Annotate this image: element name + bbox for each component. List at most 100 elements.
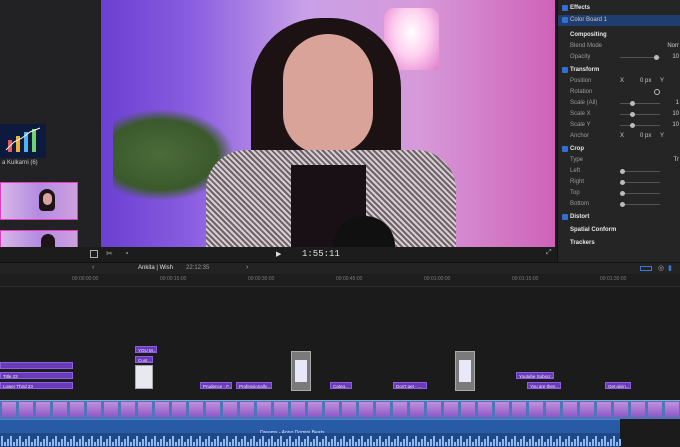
title-clip[interactable] <box>0 362 73 369</box>
filmstrip-frame <box>87 402 101 417</box>
opacity-slider[interactable] <box>620 55 660 60</box>
crop-left-row[interactable]: Left <box>558 166 680 177</box>
waveform-bar <box>445 442 447 446</box>
scale-all-slider[interactable] <box>620 101 660 106</box>
title-clip[interactable]: Get givin... <box>605 382 631 389</box>
crop-top-slider[interactable] <box>620 191 660 196</box>
title-clip[interactable]: Categ... <box>330 382 352 389</box>
waveform-bar <box>76 442 78 446</box>
title-clip[interactable]: Youtube Subscr... <box>516 372 554 379</box>
snapping-icon[interactable]: ▮ <box>668 264 672 272</box>
waveform-bar <box>310 442 312 446</box>
clip-appearance-icon[interactable] <box>640 266 652 271</box>
waveform-bar <box>265 442 267 446</box>
waveform-bar <box>592 439 594 446</box>
compositing-section[interactable]: Compositing <box>558 30 680 41</box>
waveform-bar <box>520 439 522 446</box>
blend-mode-row[interactable]: Blend Mode Norr <box>558 41 680 52</box>
timeline-ruler[interactable]: 00:00:00:00 00:00:15:00 00:00:30:00 00:0… <box>0 274 680 287</box>
crop-section[interactable]: Crop <box>558 144 680 155</box>
connected-clip[interactable] <box>455 351 475 391</box>
waveform-bar <box>352 436 354 446</box>
opacity-row[interactable]: Opacity 10 <box>558 52 680 63</box>
anchor-row[interactable]: Anchor X 0 px Y <box>558 131 680 142</box>
color-board-row[interactable]: Color Board 1 <box>558 15 680 26</box>
waveform-bar <box>613 436 615 446</box>
waveform-bar <box>58 442 60 446</box>
waveform-bar <box>253 436 255 446</box>
video-viewer[interactable] <box>101 0 555 247</box>
headphones-icon[interactable]: ◎ <box>658 264 664 272</box>
forward-arrow-icon[interactable]: › <box>246 264 248 271</box>
connected-clip[interactable] <box>291 351 311 391</box>
audio-clip[interactable]: Dreams - Anno Domini Beats <box>0 419 620 436</box>
title-clip[interactable]: YOU M... <box>135 346 157 353</box>
spatial-conform-section[interactable]: Spatial Conform <box>558 225 680 236</box>
crop-checkbox[interactable] <box>562 146 568 152</box>
waveform-bar <box>82 436 84 446</box>
waveform-bar <box>223 439 225 446</box>
trackers-section[interactable]: Trackers <box>558 238 680 249</box>
filmstrip-frame <box>563 402 577 417</box>
crop-type-row[interactable]: Type Tr <box>558 155 680 166</box>
clip-thumbnail-1[interactable] <box>0 182 78 220</box>
connected-clip[interactable] <box>135 365 153 389</box>
waveform-bar <box>124 439 126 446</box>
distort-checkbox[interactable] <box>562 214 568 220</box>
waveform-bar <box>595 436 597 446</box>
crop-bottom-row[interactable]: Bottom <box>558 199 680 210</box>
title-clip[interactable]: Don't get - ... <box>393 382 427 389</box>
waveform-bar <box>571 442 573 446</box>
trim-tool-icon[interactable]: ✂ <box>106 249 113 258</box>
waveform-bar <box>472 442 474 446</box>
transform-checkbox[interactable] <box>562 67 568 73</box>
waveform-bar <box>22 442 24 446</box>
crop-bottom-slider[interactable] <box>620 202 660 207</box>
waveform-bar <box>34 439 36 446</box>
waveform-bar <box>259 439 261 446</box>
crop-top-row[interactable]: Top <box>558 188 680 199</box>
waveform-bar <box>226 436 228 446</box>
crop-right-row[interactable]: Right <box>558 177 680 188</box>
transform-section[interactable]: Transform <box>558 65 680 76</box>
waveform-bar <box>67 442 69 446</box>
project-name[interactable]: Ankita | Wish <box>138 265 173 271</box>
play-button[interactable]: ▶ <box>276 250 281 258</box>
fullscreen-icon[interactable]: ⤢ <box>546 249 552 257</box>
title-clip[interactable]: You are then... <box>527 382 561 389</box>
speed-icon[interactable]: ◔ <box>124 249 129 258</box>
title-clip[interactable]: Title 23 <box>0 372 73 379</box>
waveform-bar <box>217 436 219 446</box>
filmstrip-frame <box>274 402 288 417</box>
waveform-bar <box>157 442 159 446</box>
crop-right-slider[interactable] <box>620 180 660 185</box>
primary-storyline[interactable] <box>0 400 680 419</box>
waveform-bar <box>238 442 240 446</box>
waveform-bar <box>1 436 3 446</box>
scale-x-row[interactable]: Scale X 10 <box>558 109 680 120</box>
color-board-checkbox[interactable] <box>562 17 568 23</box>
scale-x-slider[interactable] <box>620 112 660 117</box>
position-row[interactable]: Position X 0 px Y <box>558 76 680 87</box>
scale-all-row[interactable]: Scale (All) 1 <box>558 98 680 109</box>
title-clip[interactable]: Cust... <box>135 356 153 363</box>
scale-y-slider[interactable] <box>620 123 660 128</box>
crop-left-slider[interactable] <box>620 169 660 174</box>
effects-checkbox[interactable] <box>562 5 568 11</box>
effects-section[interactable]: Effects <box>558 3 680 14</box>
rotation-row[interactable]: Rotation <box>558 87 680 98</box>
filmstrip-frame <box>257 402 271 417</box>
waveform-bar <box>40 442 42 446</box>
transform-tool-icon[interactable] <box>90 250 98 258</box>
distort-section[interactable]: Distort <box>558 212 680 223</box>
title-clip[interactable]: Prudence - F... <box>200 382 232 389</box>
back-arrow-icon[interactable]: ‹ <box>92 264 94 271</box>
rotation-dial-icon[interactable] <box>654 89 660 95</box>
filmstrip-frame <box>325 402 339 417</box>
waveform-bar <box>355 442 357 446</box>
title-clip[interactable]: Lower Third 23 <box>0 382 73 389</box>
chart-thumbnail[interactable] <box>0 124 46 158</box>
title-clip[interactable]: Professionally... <box>236 382 272 389</box>
scale-y-row[interactable]: Scale Y 10 <box>558 120 680 131</box>
waveform-bar <box>196 439 198 446</box>
